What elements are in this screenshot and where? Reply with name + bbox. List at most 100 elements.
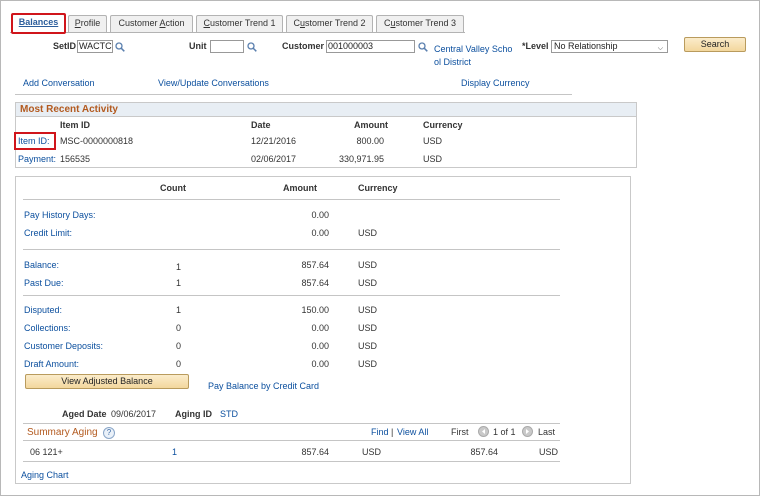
draft-amount-count: 0 <box>176 359 182 369</box>
aging-row-count[interactable]: 1 <box>172 447 177 457</box>
item-id-label: Item ID: <box>18 136 50 146</box>
bal-col-count: Count <box>160 183 186 193</box>
help-icon[interactable]: ? <box>103 427 115 439</box>
summary-aging-top-line <box>23 423 560 424</box>
bal-col-amount: Amount <box>283 183 317 193</box>
credit-limit-label: Credit Limit: <box>24 228 73 238</box>
customer-input[interactable]: 001000003 <box>326 40 415 53</box>
past-due-currency: USD <box>358 278 378 288</box>
customer-deposits-currency: USD <box>358 341 378 351</box>
level-label: *Level <box>522 41 549 51</box>
payment-id: 156535 <box>60 154 91 164</box>
view-all-link[interactable]: View All <box>397 427 428 437</box>
search-button[interactable]: Search <box>684 37 746 52</box>
links-divider <box>15 94 572 95</box>
bal-col-currency: Currency <box>358 183 398 193</box>
recent-activity-title: Most Recent Activity <box>15 102 637 117</box>
tab-balances-highlight <box>11 13 66 34</box>
draft-amount-currency: USD <box>358 359 378 369</box>
balances-divider-1 <box>23 249 560 250</box>
aged-date-label: Aged Date <box>62 409 107 419</box>
customer-deposits-count: 0 <box>176 341 182 351</box>
disputed-currency: USD <box>358 305 378 315</box>
chevron-down-icon: ⌵ <box>657 45 663 52</box>
customer-deposits-amount: 0.00 <box>311 341 329 351</box>
setid-label: SetID <box>53 41 77 51</box>
tab-profile[interactable]: Profile <box>68 15 107 32</box>
collections-count: 0 <box>176 323 182 333</box>
setid-lookup-icon[interactable] <box>115 42 125 52</box>
balance-label: Balance: <box>24 260 60 270</box>
payment-date: 02/06/2017 <box>251 154 297 164</box>
unit-label: Unit <box>189 41 207 51</box>
col-date: Date <box>251 120 271 130</box>
collections-currency: USD <box>358 323 378 333</box>
balance-amount: 857.64 <box>301 260 329 270</box>
find-link[interactable]: Find <box>371 427 389 437</box>
customer-name-line1: Central Valley Scho <box>434 44 513 54</box>
customer-lookup-icon[interactable] <box>418 42 428 52</box>
page-info: 1 of 1 <box>493 427 516 437</box>
aging-row-amount2: 857.64 <box>470 447 498 457</box>
balance-currency: USD <box>358 260 378 270</box>
display-currency-link[interactable]: Display Currency <box>461 78 530 88</box>
pay-history-days-label: Pay History Days: <box>24 210 96 220</box>
draft-amount-amount: 0.00 <box>311 359 329 369</box>
disputed-amount: 150.00 <box>301 305 329 315</box>
level-select[interactable]: No Relationship ⌵ <box>551 40 668 53</box>
item-amount: 800.00 <box>356 136 384 146</box>
pay-by-credit-card-link[interactable]: Pay Balance by Credit Card <box>208 381 319 391</box>
credit-limit-currency: USD <box>358 228 378 238</box>
disputed-label: Disputed: <box>24 305 63 315</box>
disputed-count: 1 <box>176 305 182 315</box>
first-label: First <box>451 427 469 437</box>
aged-date-value: 09/06/2017 <box>111 409 157 419</box>
add-conversation-link[interactable]: Add Conversation <box>23 78 95 88</box>
pay-history-days-amount: 0.00 <box>311 210 329 220</box>
payment-amount: 330,971.95 <box>338 154 384 164</box>
past-due-label: Past Due: <box>24 278 64 288</box>
last-label: Last <box>538 427 556 437</box>
col-currency: Currency <box>423 120 463 130</box>
customer-deposits-label: Customer Deposits: <box>24 341 104 351</box>
credit-limit-amount: 0.00 <box>311 228 329 238</box>
payment-label: Payment: <box>18 154 57 164</box>
previous-page-icon <box>478 426 489 437</box>
item-currency: USD <box>423 136 443 146</box>
collections-label: Collections: <box>24 323 71 333</box>
view-update-conversations-link[interactable]: View/Update Conversations <box>158 78 269 88</box>
next-page-icon <box>522 426 533 437</box>
aging-chart-link[interactable]: Aging Chart <box>21 470 69 480</box>
aging-id-value: STD <box>220 409 238 419</box>
customer-label: Customer <box>282 41 325 51</box>
past-due-count: 1 <box>176 278 182 288</box>
past-due-amount: 857.64 <box>301 278 329 288</box>
aging-id-label: Aging ID <box>175 409 212 419</box>
tab-strip-line <box>10 32 465 33</box>
summary-aging-header-line <box>23 440 560 441</box>
draft-amount-label: Draft Amount: <box>24 359 80 369</box>
col-item-id: Item ID <box>60 120 91 130</box>
aging-row-amount: 857.64 <box>301 447 329 457</box>
tab-customer-trend-1[interactable]: Customer Trend 1 <box>196 15 283 32</box>
summary-aging-bottom-line <box>23 461 560 462</box>
balances-divider-2 <box>23 295 560 296</box>
level-select-value: No Relationship <box>554 41 618 51</box>
payment-currency: USD <box>423 154 443 164</box>
customer-name-line2: ol District <box>434 57 472 67</box>
balance-count: 1 <box>176 262 182 272</box>
aging-row-currency: USD <box>362 447 382 457</box>
item-id-value: MSC-0000000818 <box>60 136 134 146</box>
view-adjusted-balance-button[interactable]: View Adjusted Balance <box>25 374 189 389</box>
tab-customer-action[interactable]: Customer Action <box>110 15 193 32</box>
aging-row-category: 06 121+ <box>30 447 63 457</box>
unit-input[interactable] <box>210 40 244 53</box>
setid-input[interactable]: WACTC <box>77 40 113 53</box>
item-date: 12/21/2016 <box>251 136 297 146</box>
tab-customer-trend-3[interactable]: Customer Trend 3 <box>376 15 464 32</box>
collections-amount: 0.00 <box>311 323 329 333</box>
tab-customer-trend-2[interactable]: Customer Trend 2 <box>286 15 373 32</box>
aging-row-currency2: USD <box>539 447 559 457</box>
summary-aging-title: Summary Aging <box>27 427 98 438</box>
unit-lookup-icon[interactable] <box>247 42 257 52</box>
